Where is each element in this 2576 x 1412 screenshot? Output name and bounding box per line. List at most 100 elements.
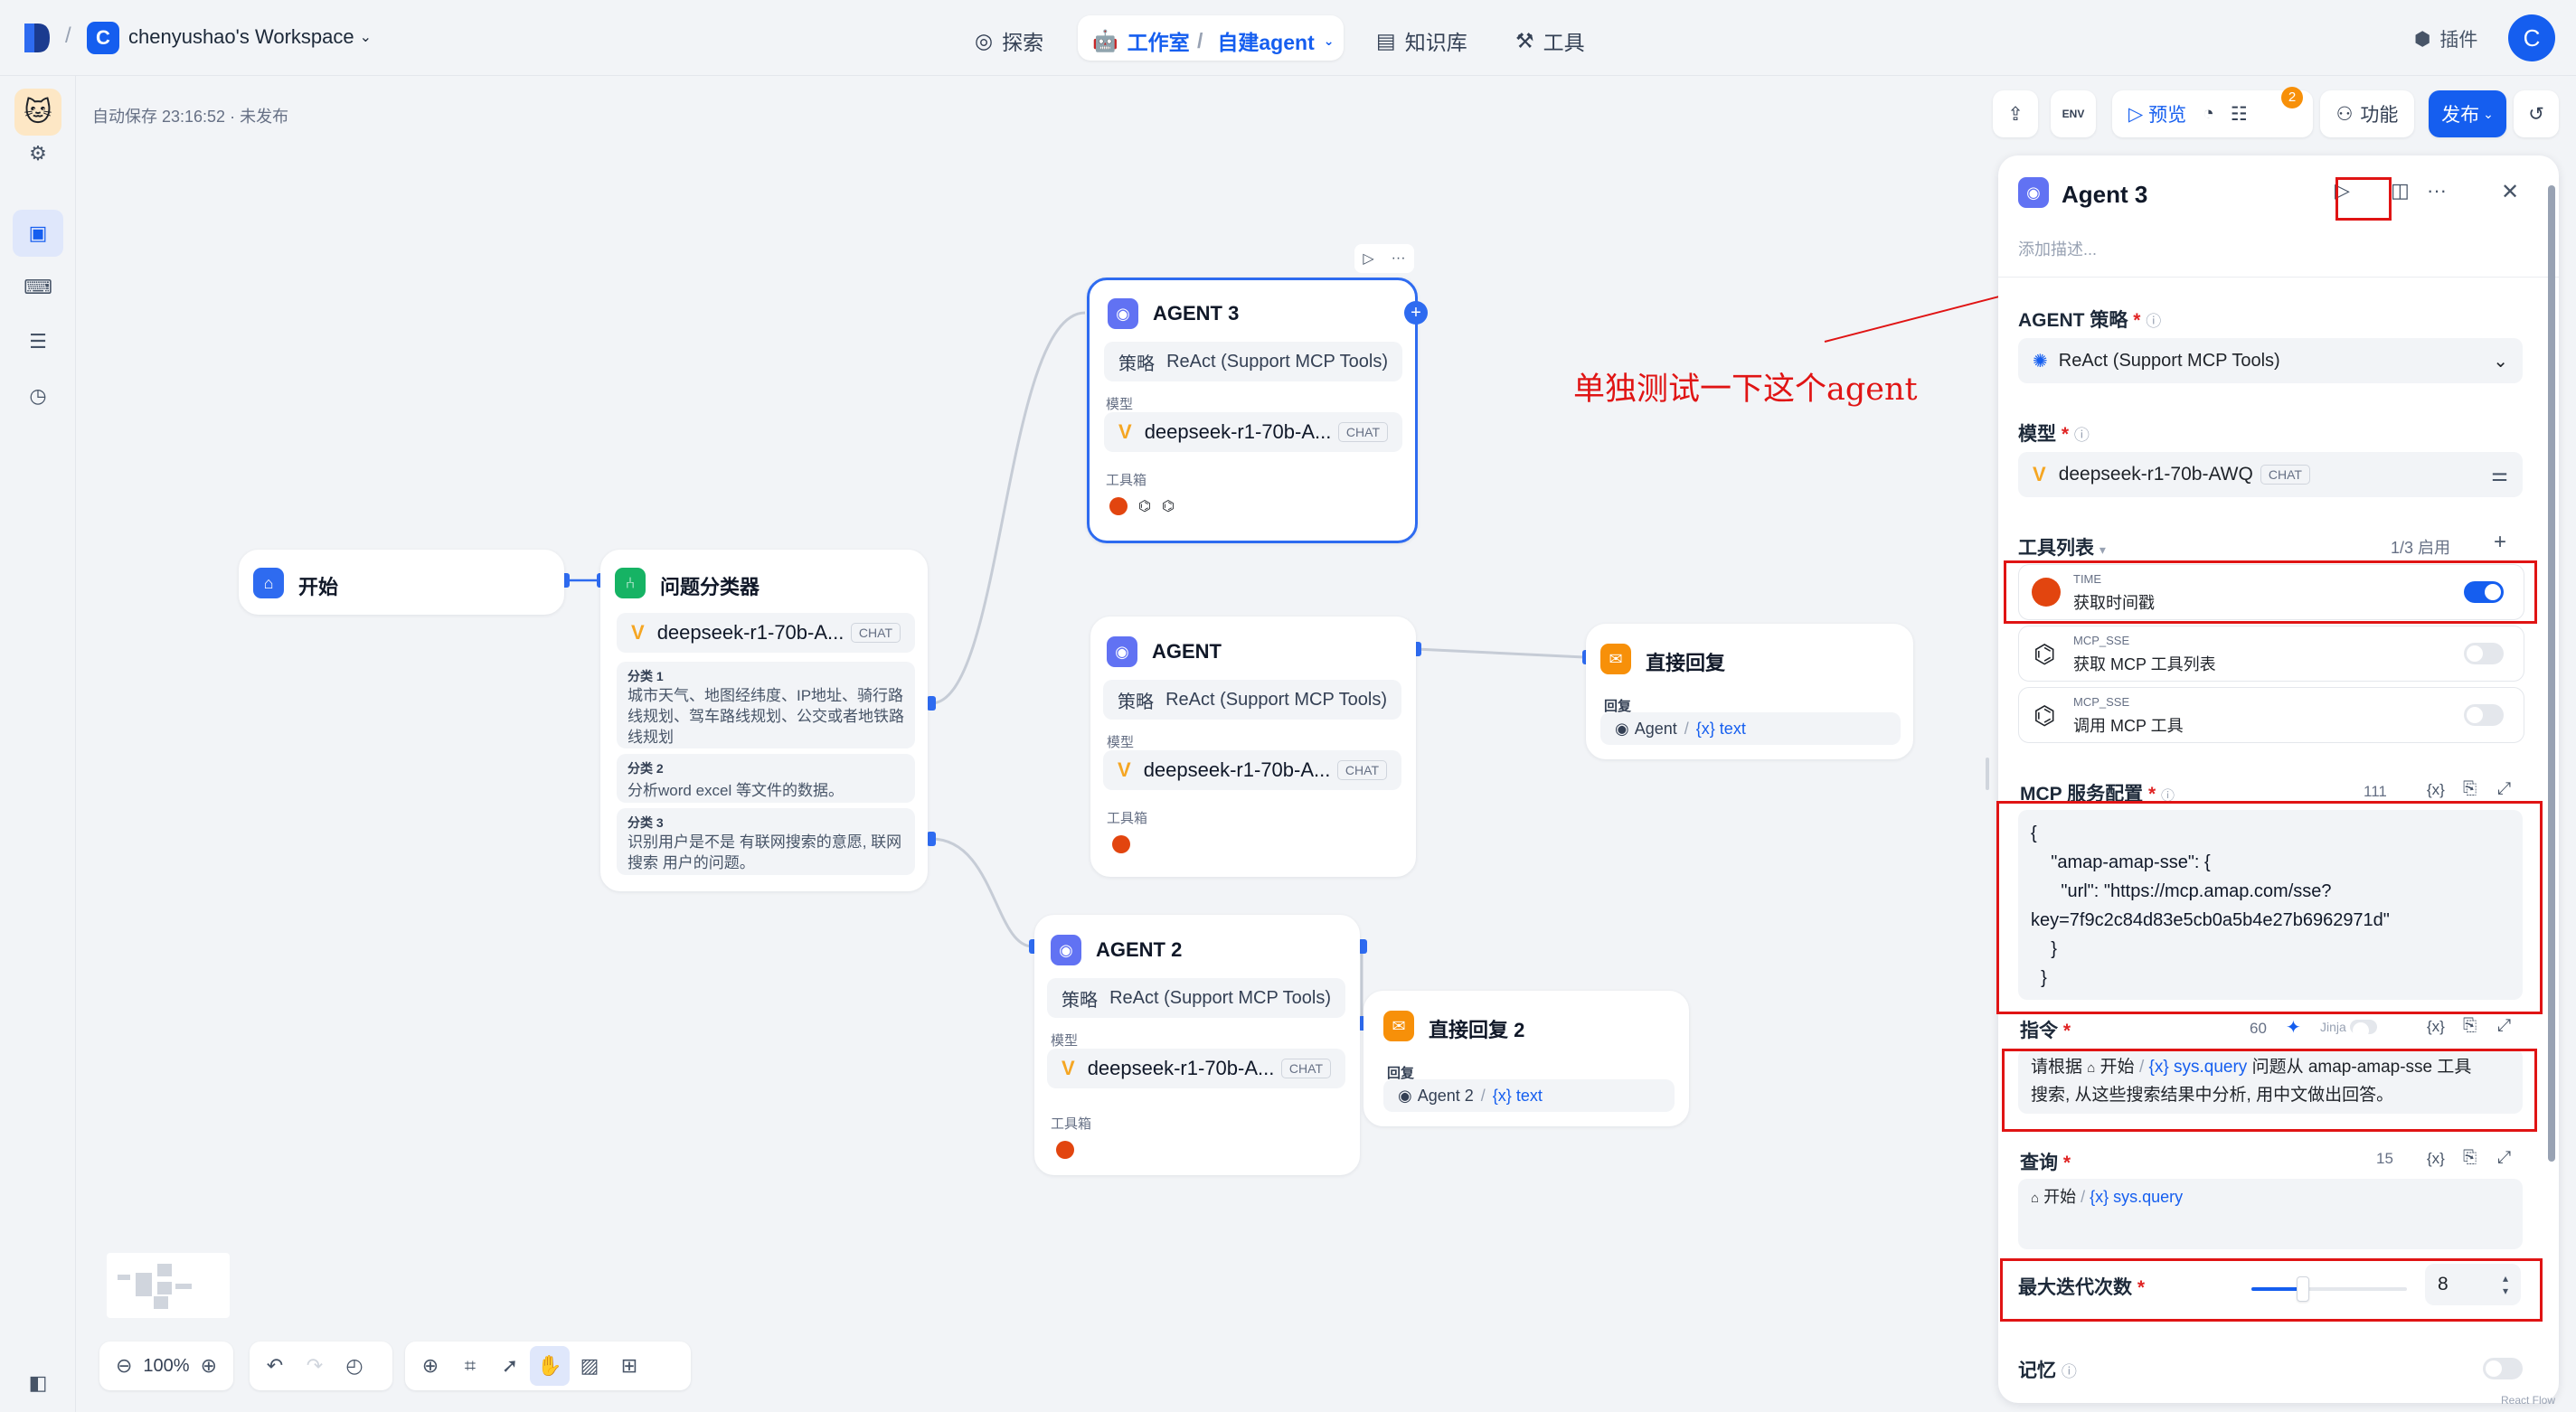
nav-studio[interactable]: 🤖 工作室 [1092,25,1190,56]
undo-icon[interactable]: ↶ [255,1346,295,1386]
chat-tag: CHAT [2260,465,2310,485]
minimap[interactable] [99,1240,237,1332]
zoom-out-icon[interactable]: ⊖ [105,1346,143,1386]
insert-variable-icon[interactable]: {x} [2427,781,2445,799]
nav-tools[interactable]: ⚒ 工具 [1515,25,1585,56]
home-icon: ⌂ [253,568,284,598]
model-logo-icon: V [631,621,645,644]
agent-node[interactable]: ◉ AGENT 策略 ReAct (Support MCP Tools) 模型 V… [1090,617,1416,877]
docs-icon[interactable]: ◫ [2391,179,2410,202]
organize-blocks-icon[interactable]: ⊞ [609,1346,649,1386]
features-button[interactable]: ⚇ 功能 [2320,90,2414,137]
more-icon[interactable]: ··· [2427,179,2447,202]
reply-variable: {x} text [1492,1086,1543,1105]
preview-button[interactable]: ▷ 预览 [2128,100,2186,127]
copy-icon[interactable]: ⎘ [2463,1148,2477,1168]
avatar[interactable]: C [2508,14,2555,61]
react-flow-attribution[interactable]: React Flow [2501,1394,2555,1407]
class1-out-handle[interactable] [927,696,936,711]
reply2-node[interactable]: ✉ 直接回复 2 回复 ◉ Agent 2/{x} text [1363,991,1689,1126]
start-node[interactable]: ⌂ 开始 [239,550,564,615]
add-node-button[interactable]: + [1404,301,1428,325]
home-icon: ⌂ [2031,1191,2040,1206]
model-name: deepseek-r1-70b-A... [1087,1057,1275,1079]
orchestrate-icon[interactable]: ▣ [13,210,63,257]
tool-item[interactable]: ⌬ MCP_SSE 调用 MCP 工具 [2018,687,2524,743]
redo-icon[interactable]: ↷ [295,1346,335,1386]
minimap-node [157,1282,172,1294]
help-icon[interactable]: ⓘ [2074,427,2090,444]
version-history-icon[interactable]: ◴ [335,1346,374,1386]
more-icon[interactable]: ··· [1392,250,1406,267]
app-logo-icon[interactable] [22,22,52,54]
expand-icon[interactable]: ⤢ [2497,1148,2511,1168]
panel-resize-handle[interactable] [1986,758,1989,790]
settings-sliders-icon[interactable]: ⚙ [13,130,63,177]
history-check-icon[interactable]: ◔ [2203,103,2214,125]
close-icon[interactable]: ✕ [2501,179,2519,205]
logs-icon[interactable]: ☰ [13,318,63,365]
zoom-level[interactable]: 100% [143,1356,189,1377]
jinja-toggle[interactable]: Jinja [2320,1020,2377,1039]
query-var-source: 开始 [2043,1188,2077,1206]
nav-explore[interactable]: ◎ 探索 [975,25,1043,56]
strategy-logo-icon: ✺ [2033,351,2048,372]
app-avatar-icon[interactable]: 🐱 [14,89,61,136]
history-icon[interactable]: ↺ [2514,90,2559,137]
insert-variable-icon[interactable]: {x} [2427,1018,2445,1036]
strategy-value: ReAct (Support MCP Tools) [1109,987,1331,1008]
sparkle-icon[interactable]: ✦ [2286,1016,2301,1039]
tool-toggle[interactable] [2464,704,2504,726]
history-controls: ↶ ↷ ◴ [250,1341,392,1390]
strategy-select[interactable]: ✺ ReAct (Support MCP Tools) ⌄ [2018,338,2523,383]
hand-icon[interactable]: ✋ [530,1346,570,1386]
export-icon[interactable]: ⇪ [1993,90,2038,137]
panel-title[interactable]: Agent 3 [2062,181,2147,209]
nav-knowledge[interactable]: ▤ 知识库 [1376,25,1467,56]
copy-icon[interactable]: ⎘ [2463,1016,2477,1036]
checklist-icon[interactable]: ☷ [2231,103,2248,126]
help-icon[interactable]: ⓘ [2146,313,2161,330]
tool-item[interactable]: ⌬ MCP_SSE 获取 MCP 工具列表 [2018,626,2524,682]
query-editor[interactable]: ⌂ 开始 / {x} sys.query [2018,1179,2523,1249]
agent-icon: ◉ [1051,935,1081,965]
nav-studio-label: 工作室 [1127,31,1190,54]
model-settings-icon[interactable]: ⚌ [2491,464,2508,486]
pointer-icon[interactable]: ➚ [490,1346,530,1386]
plugins-link[interactable]: ⬢ 插件 [2414,25,2477,52]
collapse-sidebar-icon[interactable]: ◧ [13,1360,63,1407]
monitor-icon[interactable]: ◷ [13,372,63,419]
workspace-badge[interactable]: C [87,22,119,54]
env-button[interactable]: ENV [2051,90,2096,137]
agent3-node[interactable]: ◉ AGENT 3 策略 ReAct (Support MCP Tools) 模型… [1087,278,1418,543]
classifier-node[interactable]: ⑃ 问题分类器 Vdeepseek-r1-70b-A... CHAT 分类 1 城… [600,550,928,891]
description-input[interactable]: 添加描述... [2018,237,2097,260]
zoom-in-icon[interactable]: ⊕ [190,1346,228,1386]
model-label: 模型 [1107,735,1135,750]
chat-tag: CHAT [850,623,901,643]
add-note-icon[interactable]: ⌗ [450,1346,490,1386]
add-block-icon[interactable]: ⊕ [410,1346,450,1386]
copy-icon[interactable]: ⎘ [2463,779,2477,799]
tool-toggle[interactable] [2464,643,2504,664]
play-icon[interactable]: ▷ [1363,249,1373,268]
workspace-switcher[interactable]: chenyushao's Workspace ⌄ [128,25,372,49]
expand-icon[interactable]: ⤢ [2497,1016,2511,1036]
memory-toggle[interactable] [2483,1358,2523,1379]
export-image-icon[interactable]: ▨ [570,1346,609,1386]
node-title: AGENT [1152,640,1222,663]
nav-app-selector[interactable]: / 自建agent ⌄ [1197,25,1334,56]
strategy-value: ReAct (Support MCP Tools) [2058,350,2280,371]
terminal-icon[interactable]: ⌨ [13,264,63,311]
publish-button[interactable]: 发布 ⌄ [2429,90,2506,137]
agent-icon: ◉ [1107,636,1137,667]
model-select[interactable]: Vdeepseek-r1-70b-AWQ CHAT ⚌ [2018,452,2523,497]
expand-icon[interactable]: ⤢ [2497,779,2511,799]
panel-scrollbar[interactable] [2548,185,2555,1162]
help-icon[interactable]: ⓘ [2062,1363,2077,1380]
class3-out-handle[interactable] [927,832,936,846]
add-tool-button[interactable]: + [2494,530,2506,555]
reply-node[interactable]: ✉ 直接回复 回复 ◉ Agent / {x} text [1586,624,1913,759]
insert-variable-icon[interactable]: {x} [2427,1150,2445,1168]
agent2-node[interactable]: ◉ AGENT 2 策略 ReAct (Support MCP Tools) 模型… [1034,915,1360,1175]
